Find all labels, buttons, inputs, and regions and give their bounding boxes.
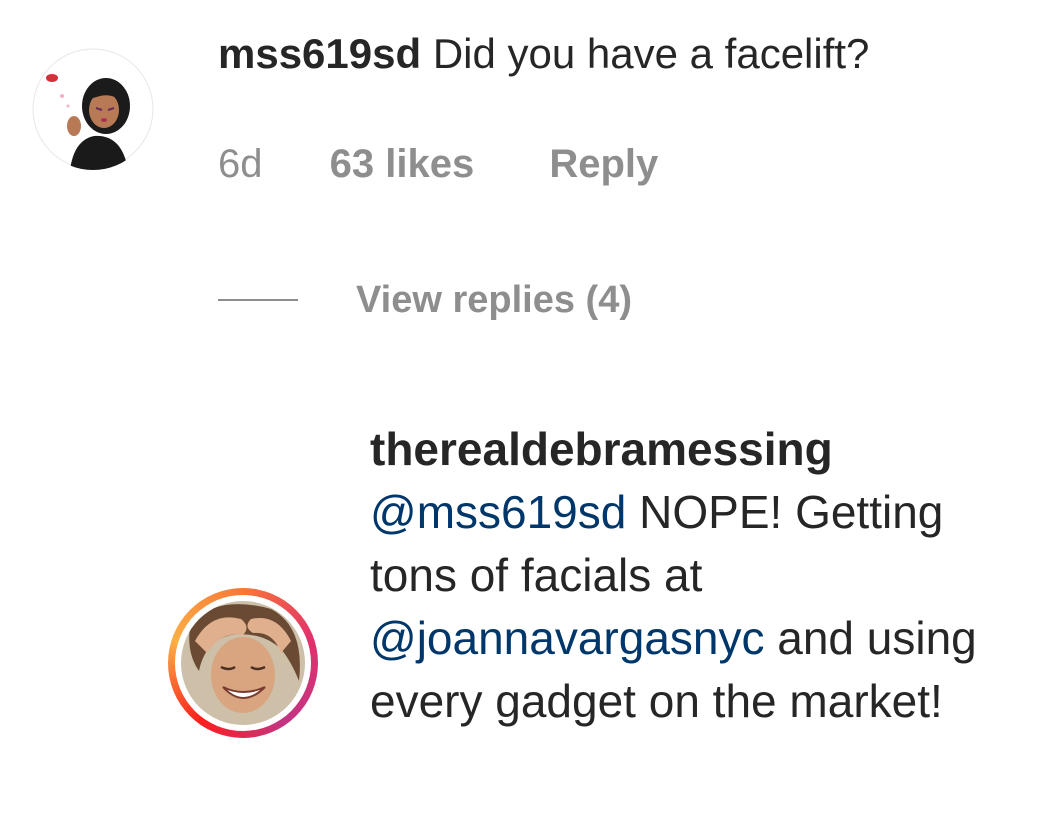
comment-meta: 6d 63 likes Reply — [218, 138, 658, 190]
view-replies-button[interactable]: View replies (4) — [218, 274, 632, 326]
comment-timestamp[interactable]: 6d — [218, 138, 263, 190]
comment-username[interactable]: mss619sd — [218, 30, 421, 77]
comment-likes-count[interactable]: 63 likes — [330, 138, 475, 190]
user-avatar[interactable] — [32, 48, 154, 170]
reply-mention-joannavargasnyc[interactable]: @joannavargasnyc — [370, 612, 764, 664]
view-replies-label: View replies (4) — [356, 278, 632, 321]
comment-body: mss619sd Did you have a facelift? — [218, 26, 1038, 82]
reply-mention-mss619sd[interactable]: @mss619sd — [370, 486, 626, 538]
story-ring-gap — [175, 595, 311, 731]
reply-button[interactable]: Reply — [549, 138, 658, 190]
profile-photo-avatar-icon — [181, 601, 305, 725]
reply-username[interactable]: therealdebramessing — [370, 418, 1030, 481]
user-avatar — [181, 601, 305, 725]
reply-body: therealdebramessing @mss619sd NOPE! Gett… — [370, 418, 1030, 733]
comment-text: Did you have a facelift? — [432, 30, 870, 77]
view-replies-divider — [218, 299, 298, 301]
bitmoji-avatar-icon — [32, 48, 154, 170]
comment-line: mss619sd Did you have a facelift? — [218, 26, 1038, 82]
story-ring[interactable] — [168, 588, 318, 738]
